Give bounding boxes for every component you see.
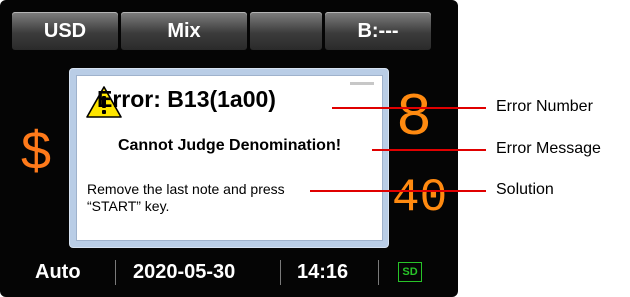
- callout-error-number: Error Number: [496, 98, 593, 115]
- separator: [378, 260, 379, 285]
- currency-symbol: $: [21, 121, 52, 181]
- tab-batch[interactable]: B:---: [325, 12, 431, 50]
- amount-value: 40: [392, 172, 448, 224]
- top-bar: USD Mix B:---: [12, 12, 440, 50]
- callout-solution: Solution: [496, 181, 554, 198]
- separator: [280, 260, 281, 285]
- tab-mode[interactable]: Mix: [121, 12, 247, 50]
- callout-error-message: Error Message: [496, 140, 601, 157]
- sd-card-icon: SD: [398, 262, 422, 282]
- tab-currency[interactable]: USD: [12, 12, 118, 50]
- error-dialog-body: Error: B13(1a00) Cannot Judge Denominati…: [76, 75, 383, 241]
- error-message: Cannot Judge Denomination!: [117, 137, 342, 154]
- solution-text: Remove the last note and press “START” k…: [87, 181, 357, 215]
- error-dialog: Error: B13(1a00) Cannot Judge Denominati…: [69, 68, 389, 248]
- tab-empty[interactable]: [250, 12, 322, 50]
- dialog-close-bar[interactable]: [350, 82, 374, 85]
- callout-line-error-number: [332, 107, 486, 109]
- mode-label: Auto: [35, 261, 81, 283]
- solution-line-2: “START” key.: [87, 198, 170, 214]
- count-value: 8: [396, 85, 433, 153]
- callout-line-error-message: [372, 149, 486, 151]
- date-label: 2020-05-30: [133, 261, 236, 283]
- bottom-status-bar: Auto 2020-05-30 14:16 SD: [0, 252, 458, 292]
- time-label: 14:16: [297, 261, 349, 283]
- error-title: Error: B13(1a00): [97, 86, 276, 112]
- separator: [115, 260, 116, 285]
- callout-line-solution: [310, 190, 486, 192]
